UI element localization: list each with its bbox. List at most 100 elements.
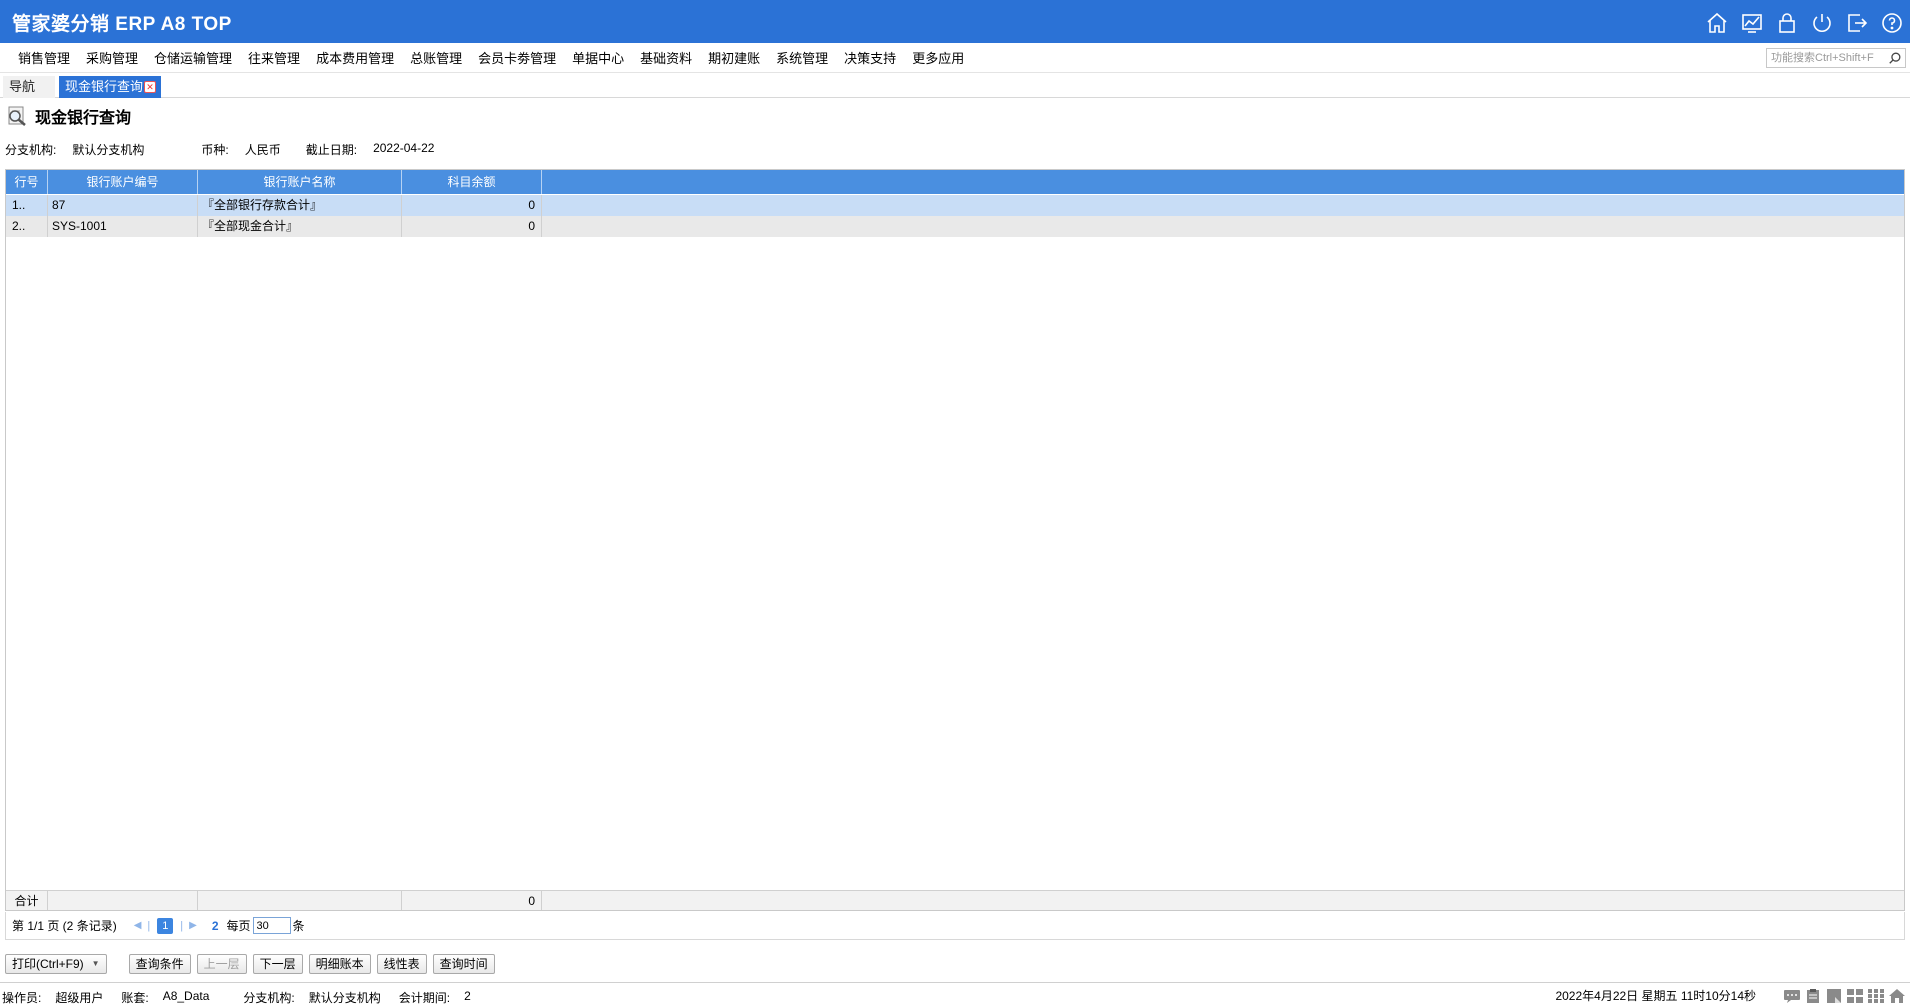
filter-date-value: 2022-04-22 [373, 141, 435, 155]
close-icon[interactable]: ✕ [144, 81, 156, 93]
status-right: 2022年4月22日 星期五 11时10分14秒 [1555, 987, 1906, 1004]
total-label: 合计 [6, 891, 48, 910]
status-operator-value: 超级用户 [55, 991, 104, 1005]
status-info: 操作员: 超级用户 账套: A8_Data 分支机构: 默认分支机构 会计期间:… [2, 989, 505, 1006]
message-icon[interactable] [1783, 988, 1801, 1004]
filter-currency-value: 人民币 [244, 143, 281, 157]
table-row[interactable]: 1.. 87 『全部银行存款合计』 0 [6, 195, 1904, 216]
home-icon[interactable] [1705, 11, 1729, 35]
page-info: 第 1/1 页 (2 条记录) [12, 919, 117, 933]
print-button-label: 打印(Ctrl+F9) [12, 957, 84, 971]
filter-date-label: 截止日期: [305, 143, 358, 157]
status-branch-label: 分支机构: [243, 991, 295, 1005]
down-level-button[interactable]: 下一层 [252, 954, 303, 974]
filter-currency: 币种: 人民币 [201, 141, 280, 158]
column-header[interactable]: 科目余额 [402, 170, 542, 194]
lock-icon[interactable] [1775, 11, 1799, 35]
menu-item[interactable]: 单据中心 [564, 50, 632, 67]
filter-date: 截止日期: 2022-04-22 [306, 141, 435, 158]
detail-ledger-button[interactable]: 明细账本 [308, 954, 371, 974]
action-toolbar: 打印(Ctrl+F9) ▼ 查询条件 上一层 下一层 明细账本 线性表 查询时间 [5, 954, 501, 974]
status-period-value: 2 [464, 989, 471, 1003]
status-datetime: 2022年4月22日 星期五 11时10分14秒 [1555, 989, 1756, 1003]
menu-item[interactable]: 基础资料 [632, 50, 700, 67]
grid-icon[interactable] [1846, 988, 1864, 1004]
menu-items: 销售管理 采购管理 仓储运输管理 往来管理 成本费用管理 总账管理 会员卡劵管理 单据中心 基础… [10, 50, 972, 67]
menu-item[interactable]: 仓储运输管理 [146, 50, 240, 67]
tab-navigation[interactable]: 导航 [3, 76, 55, 98]
menu-item[interactable]: 销售管理 [10, 50, 78, 67]
filter-branch: 分支机构: 默认分支机构 [5, 141, 144, 158]
filter-branch-value: 默认分支机构 [72, 143, 145, 157]
status-operator-label: 操作员: [2, 991, 42, 1005]
grid-header: 行号 银行账户编号 银行账户名称 科目余额 [6, 170, 1904, 194]
logout-icon[interactable] [1845, 11, 1869, 35]
cell-account-code: 87 [48, 195, 198, 216]
pager-separator: | [180, 919, 184, 932]
clipboard-icon[interactable] [1804, 988, 1822, 1004]
chart-icon[interactable] [1740, 11, 1764, 35]
status-branch: 分支机构: 默认分支机构 [243, 989, 380, 1006]
page-number-link[interactable]: 2 [212, 919, 219, 933]
up-level-button[interactable]: 上一层 [196, 954, 247, 974]
apps-icon[interactable] [1867, 988, 1885, 1004]
total-empty-cell [48, 891, 198, 910]
grid-total-row: 合计 0 [6, 890, 1904, 910]
notebook-icon[interactable] [1825, 988, 1843, 1004]
table-row[interactable]: 2.. SYS-1001 『全部现金合计』 0 [6, 216, 1904, 237]
per-page-label: 每页 [226, 919, 251, 933]
menu-item[interactable]: 成本费用管理 [308, 50, 402, 67]
menu-item[interactable]: 更多应用 [904, 50, 972, 67]
status-account-label: 账套: [121, 991, 149, 1005]
column-header[interactable]: 银行账户编号 [48, 170, 198, 194]
status-period: 会计期间: 2 [399, 989, 471, 1006]
menu-item[interactable]: 期初建账 [700, 50, 768, 67]
menu-item[interactable]: 会员卡劵管理 [470, 50, 564, 67]
next-page-icon[interactable]: ▶ [189, 920, 197, 931]
search-icon[interactable] [1888, 51, 1902, 65]
status-operator: 操作员: 超级用户 [2, 989, 103, 1006]
page-title: 现金银行查询 [35, 110, 132, 127]
cell-account-name: 『全部银行存款合计』 [198, 195, 402, 216]
total-empty-cell [198, 891, 402, 910]
menu-item[interactable]: 往来管理 [240, 50, 308, 67]
current-page-button[interactable]: 1 [157, 917, 174, 934]
total-balance: 0 [402, 891, 542, 910]
column-header[interactable]: 银行账户名称 [198, 170, 402, 194]
menu-item[interactable]: 采购管理 [78, 50, 146, 67]
column-header[interactable]: 行号 [6, 170, 48, 194]
pager-separator: | [147, 919, 151, 932]
cell-account-code: SYS-1001 [48, 216, 198, 237]
function-search[interactable] [1766, 48, 1906, 68]
line-chart-button[interactable]: 线性表 [376, 954, 427, 974]
filter-branch-label: 分支机构: [5, 143, 57, 157]
help-icon[interactable] [1880, 11, 1904, 35]
power-icon[interactable] [1810, 11, 1834, 35]
menu-item[interactable]: 决策支持 [836, 50, 904, 67]
menu-item[interactable]: 系统管理 [768, 50, 836, 67]
cell-account-name: 『全部现金合计』 [198, 216, 402, 237]
print-button[interactable]: 打印(Ctrl+F9) ▼ [5, 954, 107, 974]
per-page-unit: 条 [292, 919, 305, 933]
home-icon[interactable] [1888, 988, 1906, 1004]
chevron-down-icon[interactable]: ▼ [92, 955, 100, 973]
tab-cash-bank-query[interactable]: 现金银行查询 ✕ [59, 76, 161, 98]
cell-row-no: 1.. [6, 195, 48, 216]
status-bar: 操作员: 超级用户 账套: A8_Data 分支机构: 默认分支机构 会计期间:… [0, 982, 1910, 1007]
app-title: 管家婆分销 ERP A8 TOP [12, 14, 232, 35]
menu-item[interactable]: 总账管理 [402, 50, 470, 67]
function-search-input[interactable] [1767, 49, 1883, 67]
filter-currency-label: 币种: [201, 143, 229, 157]
main-menu: 销售管理 采购管理 仓储运输管理 往来管理 成本费用管理 总账管理 会员卡劵管理 单据中心 基础… [0, 43, 1910, 73]
prev-page-icon[interactable]: ◀ [134, 920, 142, 931]
query-time-button[interactable]: 查询时间 [432, 954, 495, 974]
query-conditions-button[interactable]: 查询条件 [128, 954, 191, 974]
tab-bar: 导航 现金银行查询 ✕ [0, 74, 1910, 98]
per-page-input[interactable] [252, 917, 291, 934]
status-account: 账套: A8_Data [121, 989, 209, 1006]
status-period-label: 会计期间: [398, 991, 451, 1005]
cell-balance: 0 [402, 216, 542, 237]
result-grid: 行号 银行账户编号 银行账户名称 科目余额 1.. 87 『全部银行存款合计』 … [5, 169, 1905, 911]
cell-balance: 0 [402, 195, 542, 216]
query-filters: 分支机构: 默认分支机构 币种: 人民币 截止日期: 2022-04-22 [5, 141, 464, 158]
